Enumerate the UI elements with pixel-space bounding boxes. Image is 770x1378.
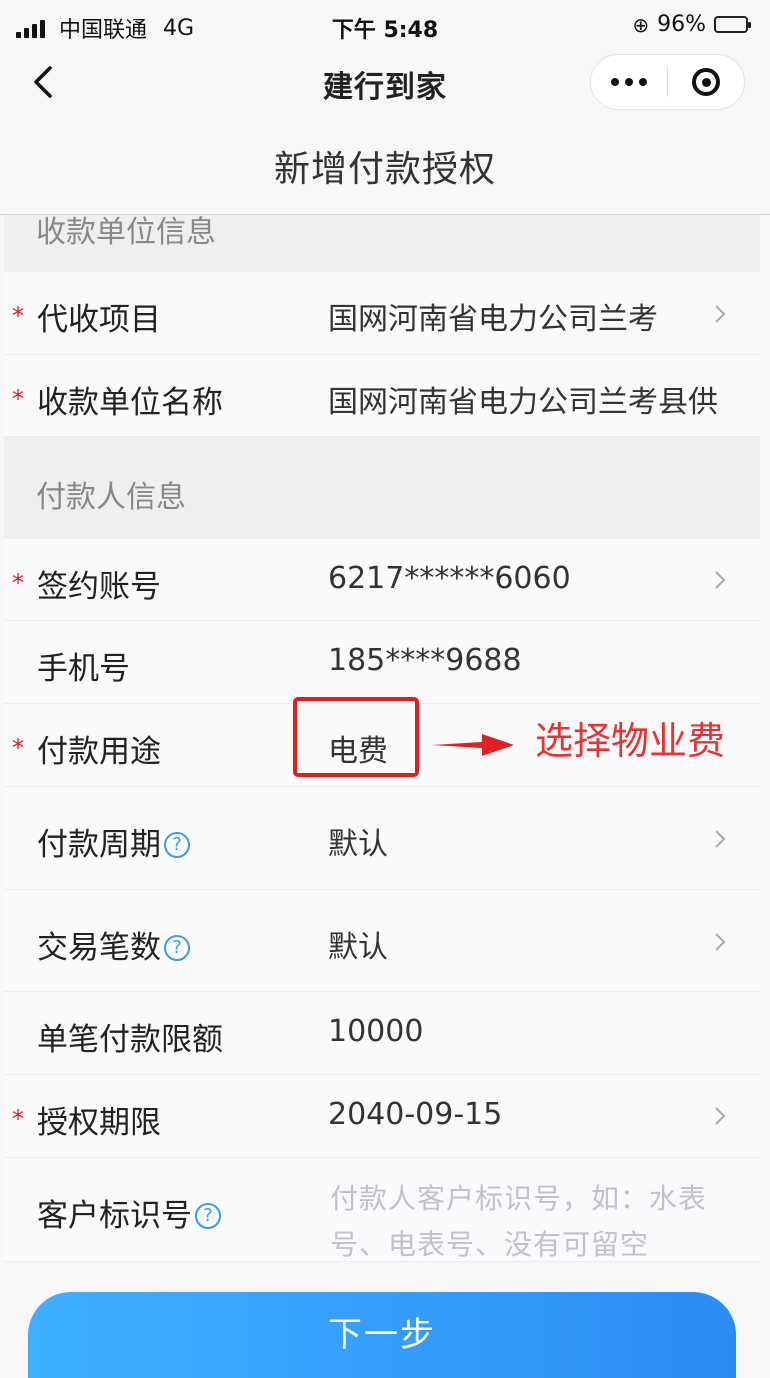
annotation-highlight-box (293, 697, 419, 777)
field-value: 国网河南省电力公司兰考 (328, 302, 658, 337)
field-label: 客户标识号? (37, 1190, 221, 1235)
field-label: 付款周期? (37, 819, 190, 864)
battery-icon (714, 16, 751, 33)
mini-program-capsule (590, 54, 745, 110)
row-payment-cycle[interactable]: 付款周期? 默认 (4, 787, 760, 890)
field-label-text: 交易笔数 (37, 930, 161, 966)
field-label: 收款单位名称 (37, 385, 223, 421)
field-value: 默认 (328, 930, 388, 965)
battery-percent: 96% (657, 12, 706, 37)
chevron-right-icon (715, 571, 726, 589)
row-customer-id[interactable]: 客户标识号? 付款人客户标识号，如：水表号、电表号、没有可留空 (4, 1158, 760, 1262)
section-header-payee: 收款单位信息 (4, 215, 760, 272)
status-bar: 中国联通 4G 下午 5:48 ⊕ 96% (0, 0, 770, 52)
row-collection-item[interactable]: * 代收项目 国网河南省电力公司兰考 (4, 272, 760, 355)
status-right: ⊕ 96% (632, 12, 751, 37)
required-mark: * (12, 385, 24, 413)
nav-bar: 建行到家 (0, 52, 770, 114)
row-phone: 手机号 185****9688 (4, 621, 760, 704)
section-header-payer: 付款人信息 (4, 437, 760, 539)
next-button[interactable]: 下一步 (28, 1292, 736, 1378)
customer-id-input[interactable]: 付款人客户标识号，如：水表号、电表号、没有可留空 (330, 1176, 742, 1268)
annotation-text: 选择物业费 (535, 719, 726, 763)
help-icon[interactable]: ? (164, 831, 190, 858)
target-circle-icon (692, 68, 720, 96)
field-label-text: 付款周期 (37, 827, 161, 863)
annotation-arrow-icon (432, 734, 514, 756)
close-button[interactable] (668, 55, 744, 109)
field-label: 授权期限 (37, 1105, 161, 1141)
section-title: 收款单位信息 (36, 215, 216, 250)
page-title: 新增付款授权 (273, 149, 496, 190)
field-value: 185****9688 (328, 643, 522, 678)
required-mark: * (12, 1105, 24, 1133)
field-value: 10000 (328, 1014, 424, 1049)
field-label: 交易笔数? (37, 922, 190, 967)
row-auth-period[interactable]: * 授权期限 2040-09-15 (4, 1075, 760, 1158)
field-label: 单笔付款限额 (37, 1022, 223, 1058)
row-single-limit[interactable]: 单笔付款限额 10000 (4, 992, 760, 1075)
field-value: 2040-09-15 (328, 1097, 503, 1132)
field-value: 国网河南省电力公司兰考县供 (328, 385, 718, 420)
field-label-text: 客户标识号 (37, 1198, 192, 1234)
chevron-right-icon (715, 305, 726, 323)
field-value: 6217******6060 (328, 561, 571, 596)
rotation-lock-icon: ⊕ (632, 12, 650, 37)
help-icon[interactable]: ? (164, 934, 190, 961)
row-payee-name: * 收款单位名称 国网河南省电力公司兰考县供 (4, 355, 760, 437)
more-dots-icon (611, 78, 647, 86)
row-transaction-count[interactable]: 交易笔数? 默认 (4, 890, 760, 992)
field-value: 默认 (328, 827, 388, 862)
field-label: 代收项目 (37, 302, 161, 338)
more-button[interactable] (591, 55, 667, 109)
required-mark: * (12, 569, 24, 597)
chevron-left-icon[interactable] (26, 60, 66, 104)
help-icon[interactable]: ? (195, 1202, 221, 1229)
required-mark: * (12, 302, 24, 330)
chevron-right-icon (715, 830, 726, 848)
section-title: 付款人信息 (36, 480, 186, 515)
field-label: 付款用途 (37, 734, 161, 770)
field-label: 签约账号 (37, 569, 161, 605)
chevron-right-icon (715, 1107, 726, 1125)
chevron-right-icon (715, 933, 726, 951)
field-label: 手机号 (37, 651, 130, 687)
required-mark: * (12, 734, 24, 762)
row-account[interactable]: * 签约账号 6217******6060 (4, 539, 760, 621)
